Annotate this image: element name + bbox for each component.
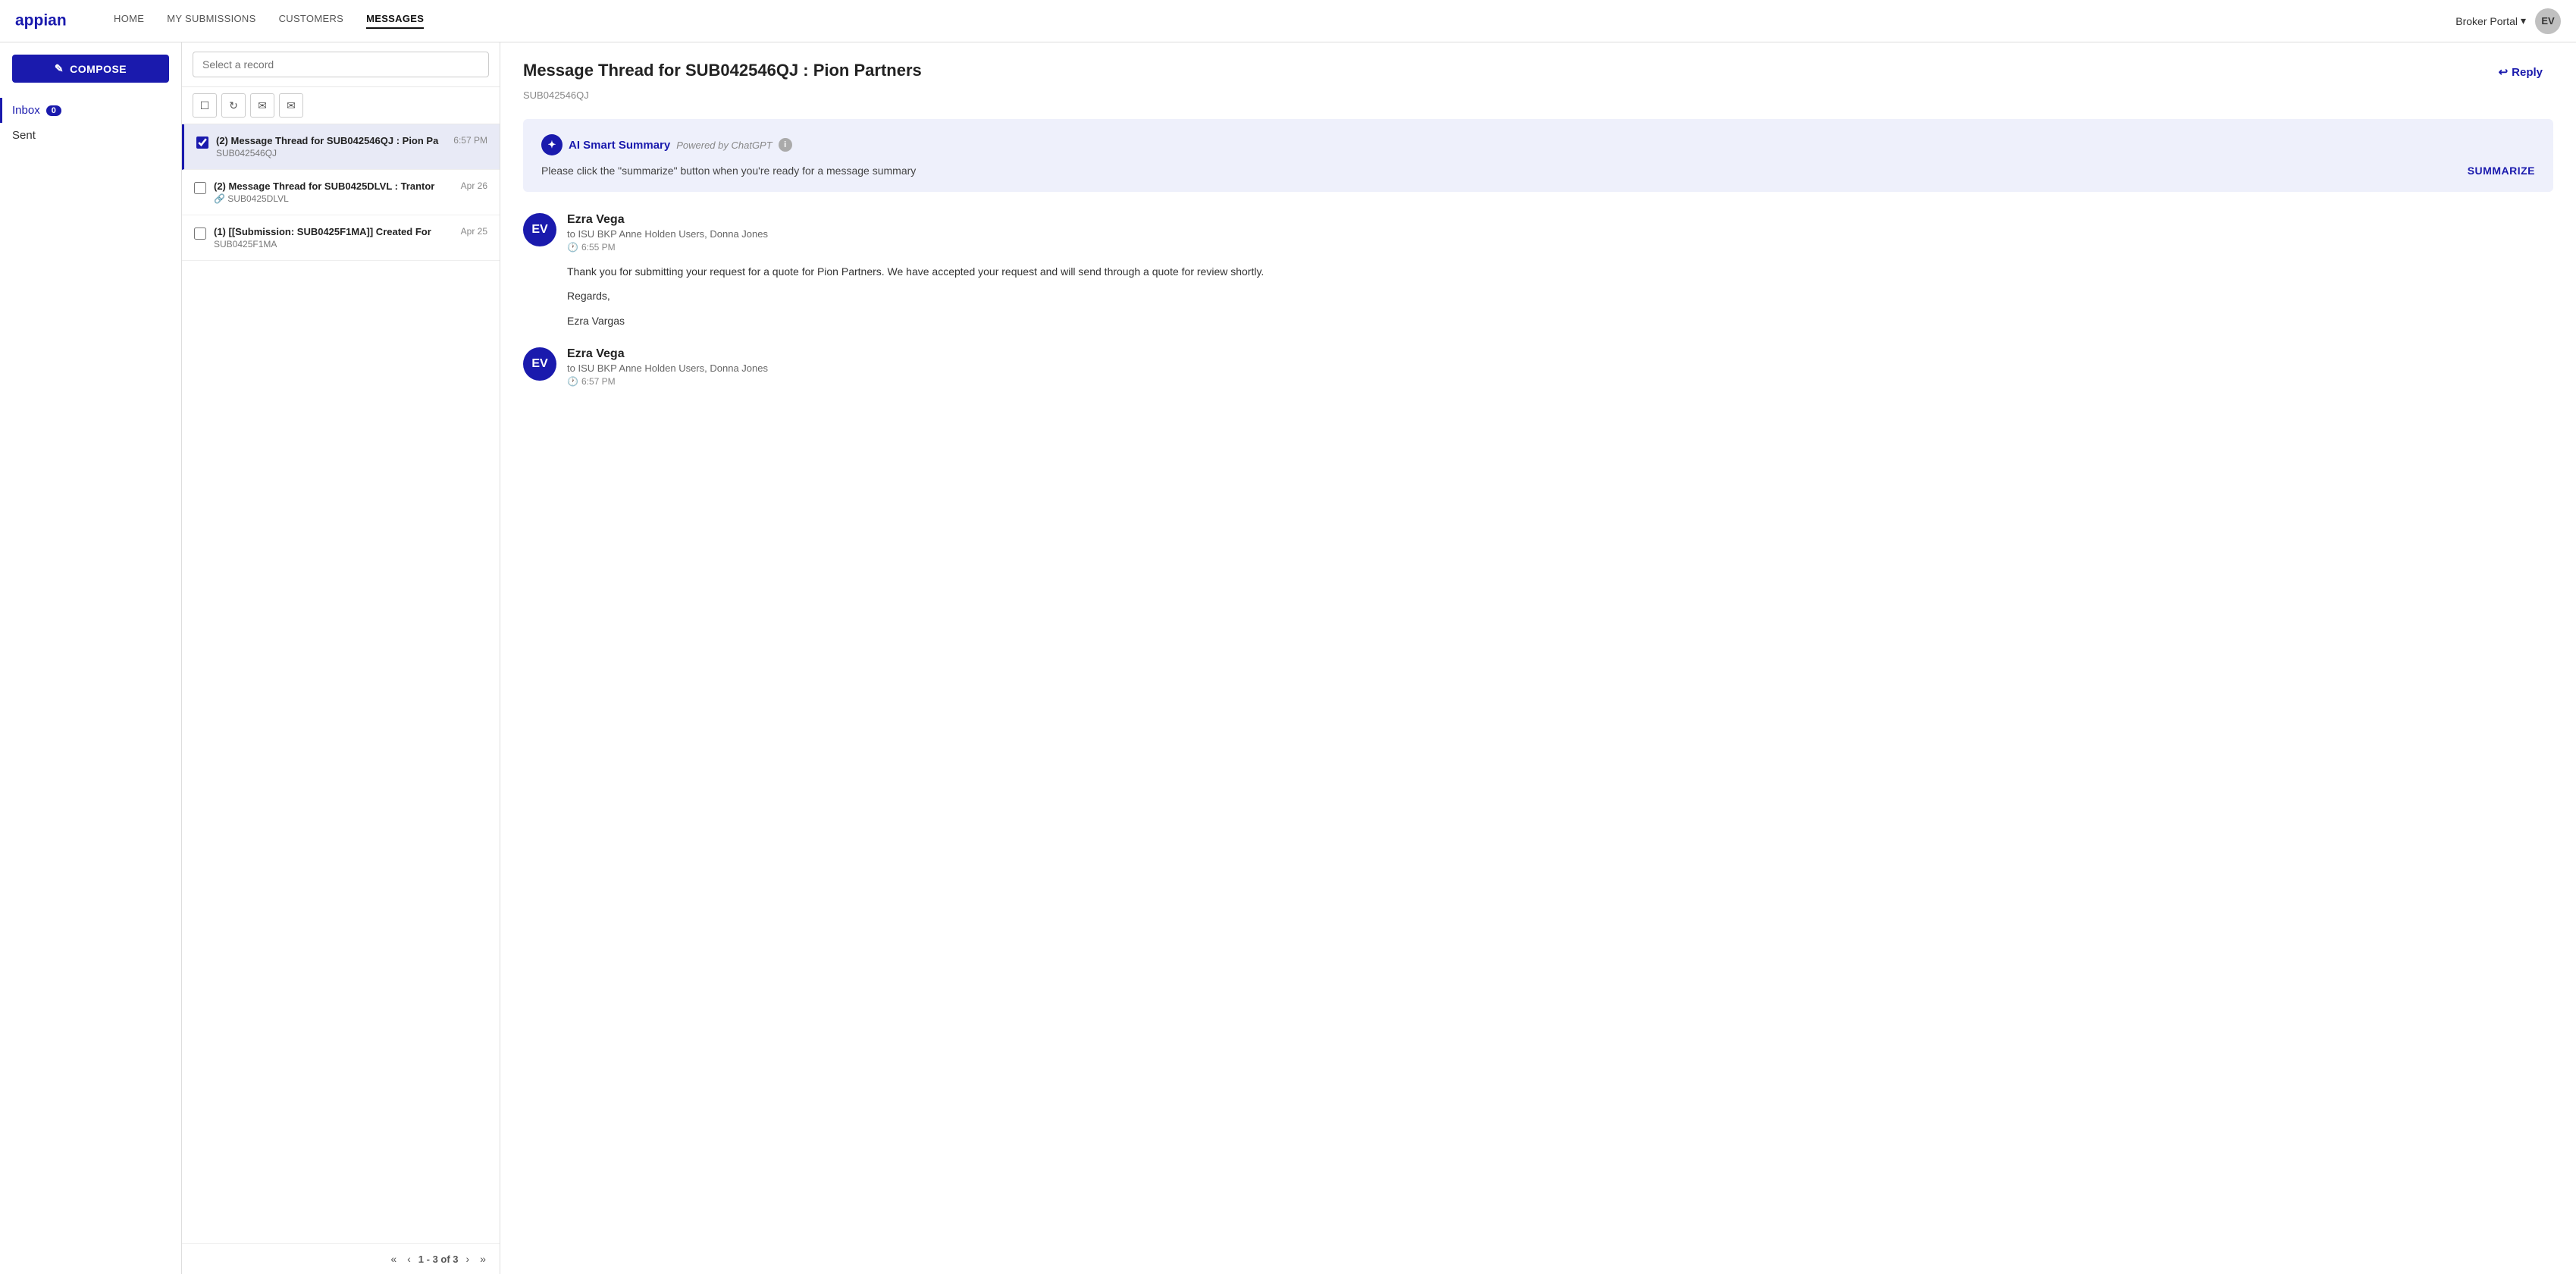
app-logo[interactable]: appian (15, 8, 83, 34)
user-avatar[interactable]: EV (2535, 8, 2561, 34)
sender-info: Ezra Vega to ISU BKP Anne Holden Users, … (567, 347, 768, 387)
mark-unread-button[interactable]: ✉ (279, 93, 303, 118)
sender-avatar: EV (523, 213, 556, 246)
ai-summary-box: ✦ AI Smart Summary Powered by ChatGPT i … (523, 119, 2553, 192)
message-checkbox[interactable] (194, 182, 206, 194)
message-body-signature: Ezra Vargas (567, 312, 2553, 329)
toolbar: ☐ ↻ ✉ ✉ (182, 87, 500, 124)
message-checkbox[interactable] (196, 136, 208, 149)
summarize-button[interactable]: SUMMARIZE (2468, 165, 2535, 177)
message-sender-row: EV Ezra Vega to ISU BKP Anne Holden User… (523, 213, 2553, 253)
message-subject: (1) [[Submission: SUB0425F1MA]] Created … (214, 226, 453, 237)
reply-button[interactable]: ↩ Reply (2488, 61, 2553, 83)
message-subject: (2) Message Thread for SUB042546QJ : Pio… (216, 135, 446, 146)
left-sidebar: ✎ COMPOSE Inbox 0 Sent (0, 42, 182, 1274)
envelope-open-icon: ✉ (258, 99, 267, 112)
message-body-regards: Regards, (567, 287, 2553, 304)
ai-powered-text: Powered by ChatGPT (676, 140, 772, 151)
search-bar (182, 42, 500, 87)
message-sub-id: 🔗 SUB0425DLVL (214, 193, 453, 204)
broker-portal-dropdown[interactable]: Broker Portal ▾ (2455, 14, 2526, 27)
main-container: ✎ COMPOSE Inbox 0 Sent ☐ ↻ ✉ ✉ (0, 42, 2576, 1274)
prev-page-button[interactable]: ‹ (404, 1251, 414, 1266)
page-info: 1 - 3 of 3 (418, 1254, 459, 1265)
mark-read-button[interactable]: ✉ (250, 93, 274, 118)
middle-panel: ☐ ↻ ✉ ✉ (2) Message Thread for SUB042546… (182, 42, 500, 1274)
message-body-para: Thank you for submitting your request fo… (567, 263, 2553, 280)
clock-icon: 🕐 (567, 376, 578, 387)
info-icon[interactable]: i (779, 138, 792, 152)
sender-avatar: EV (523, 347, 556, 381)
sidebar-item-inbox[interactable]: Inbox 0 (0, 98, 181, 123)
message-time: 6:57 PM (453, 135, 487, 146)
ai-summary-body: Please click the "summarize" button when… (541, 165, 2535, 177)
sidebar-item-sent[interactable]: Sent (0, 123, 181, 148)
message-card: EV Ezra Vega to ISU BKP Anne Holden User… (523, 347, 2553, 387)
message-content: (2) Message Thread for SUB0425DLVL : Tra… (214, 180, 453, 204)
ai-summary-header: ✦ AI Smart Summary Powered by ChatGPT i (541, 134, 2535, 155)
sender-time: 🕐 6:55 PM (567, 242, 768, 253)
refresh-icon: ↻ (229, 99, 238, 112)
sender-to: to ISU BKP Anne Holden Users, Donna Jone… (567, 228, 768, 240)
message-time: Apr 25 (461, 226, 487, 237)
sender-name: Ezra Vega (567, 213, 768, 227)
right-panel: Message Thread for SUB042546QJ : Pion Pa… (500, 42, 2576, 1274)
nav-links: HOME MY SUBMISSIONS CUSTOMERS MESSAGES (114, 13, 2455, 29)
checkbox-all-button[interactable]: ☐ (193, 93, 217, 118)
search-input[interactable] (193, 52, 489, 77)
nav-submissions[interactable]: MY SUBMISSIONS (167, 13, 255, 29)
sender-info: Ezra Vega to ISU BKP Anne Holden Users, … (567, 213, 768, 253)
message-item[interactable]: (2) Message Thread for SUB042546QJ : Pio… (182, 124, 500, 170)
svg-text:appian: appian (15, 12, 67, 30)
ai-summary-text: Please click the "summarize" button when… (541, 165, 916, 177)
message-sub-id: SUB0425F1MA (214, 239, 453, 249)
message-sub-id: SUB042546QJ (216, 148, 446, 158)
last-page-button[interactable]: » (477, 1251, 489, 1266)
message-list: (2) Message Thread for SUB042546QJ : Pio… (182, 124, 500, 1243)
message-content: (1) [[Submission: SUB0425F1MA]] Created … (214, 226, 453, 249)
sender-time: 🕐 6:57 PM (567, 376, 768, 387)
thread-sub-id: SUB042546QJ (523, 89, 2553, 101)
inbox-badge: 0 (46, 105, 61, 116)
next-page-button[interactable]: › (463, 1251, 473, 1266)
thread-header: Message Thread for SUB042546QJ : Pion Pa… (523, 61, 2553, 83)
message-sender-row: EV Ezra Vega to ISU BKP Anne Holden User… (523, 347, 2553, 387)
checkbox-icon: ☐ (200, 99, 210, 112)
clock-icon: 🕐 (567, 242, 578, 253)
nav-home[interactable]: HOME (114, 13, 144, 29)
reply-icon: ↩ (2499, 65, 2509, 79)
message-item[interactable]: (2) Message Thread for SUB0425DLVL : Tra… (182, 170, 500, 215)
message-time: Apr 26 (461, 180, 487, 191)
message-checkbox[interactable] (194, 228, 206, 240)
pencil-icon: ✎ (55, 62, 64, 75)
message-card: EV Ezra Vega to ISU BKP Anne Holden User… (523, 213, 2553, 329)
nav-messages[interactable]: MESSAGES (366, 13, 424, 29)
thread-title: Message Thread for SUB042546QJ : Pion Pa… (523, 61, 922, 80)
nav-right: Broker Portal ▾ EV (2455, 8, 2561, 34)
sender-to: to ISU BKP Anne Holden Users, Donna Jone… (567, 362, 768, 374)
first-page-button[interactable]: « (387, 1251, 400, 1266)
nav-customers[interactable]: CUSTOMERS (279, 13, 344, 29)
pagination: « ‹ 1 - 3 of 3 › » (182, 1243, 500, 1274)
message-content: (2) Message Thread for SUB042546QJ : Pio… (216, 135, 446, 158)
compose-button[interactable]: ✎ COMPOSE (12, 55, 169, 83)
message-item[interactable]: (1) [[Submission: SUB0425F1MA]] Created … (182, 215, 500, 261)
message-body: Thank you for submitting your request fo… (523, 263, 2553, 329)
message-subject: (2) Message Thread for SUB0425DLVL : Tra… (214, 180, 453, 192)
ai-icon: ✦ (541, 134, 563, 155)
attachment-icon: 🔗 (214, 193, 225, 204)
ai-label: AI Smart Summary (569, 139, 670, 152)
sender-name: Ezra Vega (567, 347, 768, 361)
chevron-down-icon: ▾ (2521, 14, 2526, 27)
envelope-icon: ✉ (287, 99, 296, 112)
refresh-button[interactable]: ↻ (221, 93, 246, 118)
top-nav: appian HOME MY SUBMISSIONS CUSTOMERS MES… (0, 0, 2576, 42)
